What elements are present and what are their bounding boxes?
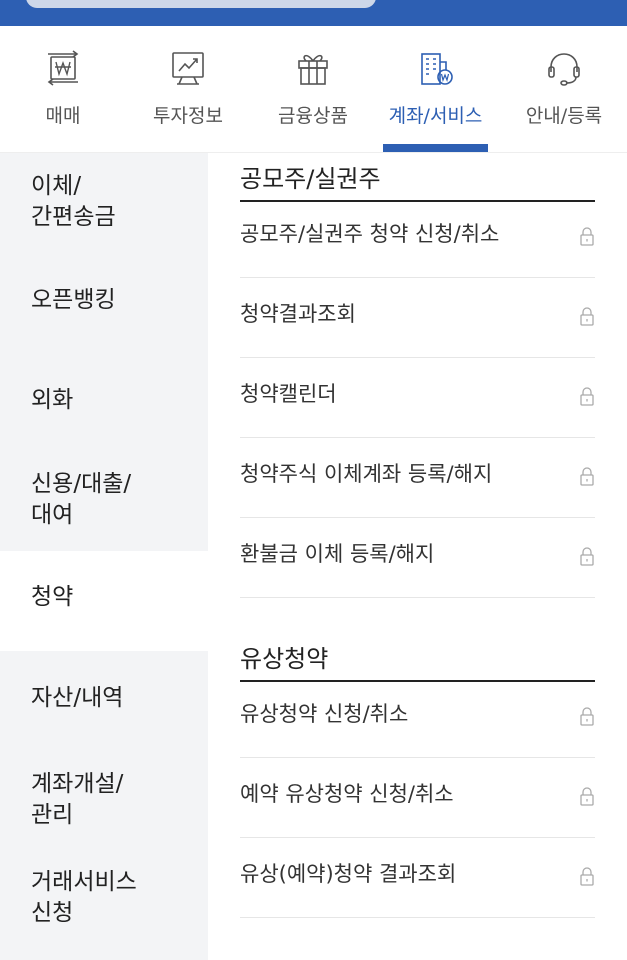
sidebar-item-account-open-manage[interactable]: 계좌개설/ 관리 [0,769,208,849]
won-exchange-icon [47,50,79,86]
sidebar-item-label: 자산/내역 [31,685,124,711]
menu-item-label: 환불금 이체 등록/해지 [240,542,435,566]
sidebar-item-label: 외화 [31,387,74,413]
lock-icon [580,467,594,486]
section-title: 공모주/실권주 [240,159,595,202]
menu-item-label: 청약결과조회 [240,302,356,326]
lock-icon [580,387,594,406]
nav-tab-label: 계좌/서비스 [388,105,483,127]
nav-tab-label: 금융상품 [278,105,348,127]
menu-item-stock-transfer-account[interactable]: 청약주식 이체계좌 등록/해지 [240,438,595,518]
menu-item-label: 유상청약 신청/취소 [240,702,409,726]
sidebar-item-transfer[interactable]: 이체/ 간편송금 [0,171,208,251]
lock-icon [580,707,594,726]
menu-item-label: 유상(예약)청약 결과조회 [240,862,457,886]
menu-item-ipo-apply-cancel[interactable]: 공모주/실권주 청약 신청/취소 [240,198,595,278]
gift-box-icon [298,54,328,85]
nav-tab-label: 투자정보 [153,105,223,127]
search-bar[interactable] [26,0,376,8]
active-tab-indicator [383,144,488,152]
menu-item-rights-offering-apply[interactable]: 유상청약 신청/취소 [240,678,595,758]
lock-icon [580,787,594,806]
sidebar-item-open-banking[interactable]: 오픈뱅킹 [0,285,208,345]
sidebar-item-credit-loan[interactable]: 신용/대출/ 대여 [0,469,208,549]
nav-tab-financial-products[interactable]: 금융상품 [265,26,361,153]
menu-item-refund-transfer[interactable]: 환불금 이체 등록/해지 [240,518,595,598]
category-nav: 매매 투자정보 금융상품 계좌/서비스 안내/등록 [0,26,627,153]
menu-item-label: 청약주식 이체계좌 등록/해지 [240,462,493,486]
menu-item-reserved-rights-offering[interactable]: 예약 유상청약 신청/취소 [240,758,595,838]
submenu-content: 공모주/실권주 공모주/실권주 청약 신청/취소 청약결과조회 청약캘린더 청약… [208,153,627,960]
top-header-bar [0,0,627,26]
lock-icon [580,227,594,246]
sidebar-item-subscription[interactable]: 청약 [0,551,208,651]
headset-icon [548,53,580,86]
nav-tab-invest-info[interactable]: 투자정보 [140,26,236,153]
menu-item-label: 공모주/실권주 청약 신청/취소 [240,222,500,246]
sidebar-item-label: 간편송금 [31,204,116,230]
sidebar-item-label: 신용/대출/ [31,471,132,497]
sidebar-item-label: 오픈뱅킹 [31,287,116,313]
sidebar-item-label: 신청 [31,900,74,926]
section-title: 유상청약 [240,639,595,682]
menu-item-label: 예약 유상청약 신청/취소 [240,782,454,806]
lock-icon [580,867,594,886]
menu-item-subscription-result[interactable]: 청약결과조회 [240,278,595,358]
nav-tab-label: 매매 [45,105,81,127]
sidebar-item-trade-service-apply[interactable]: 거래서비스 신청 [0,867,208,947]
building-won-icon [420,53,453,85]
chart-monitor-icon [172,52,204,85]
sidebar-menu: 이체/ 간편송금 오픈뱅킹 외화 신용/대출/ 대여 청약 자산/내역 계좌개설… [0,153,208,960]
sidebar-item-assets-history[interactable]: 자산/내역 [0,683,208,743]
sidebar-item-label: 청약 [31,584,74,610]
menu-item-label: 청약캘린더 [240,382,337,406]
sidebar-item-label: 이체/ [31,173,82,199]
sidebar-item-label: 관리 [31,802,74,828]
lock-icon [580,307,594,326]
nav-tab-label: 안내/등록 [525,105,603,127]
nav-tab-trade[interactable]: 매매 [22,26,104,153]
sidebar-item-label: 거래서비스 [31,869,137,895]
nav-tab-guide-register[interactable]: 안내/등록 [518,26,610,153]
sidebar-item-label: 대여 [31,502,74,528]
lock-icon [580,547,594,566]
nav-tab-account-service[interactable]: 계좌/서비스 [383,26,488,153]
sidebar-item-label: 계좌개설/ [31,771,124,797]
menu-item-subscription-calendar[interactable]: 청약캘린더 [240,358,595,438]
menu-item-rights-offering-result[interactable]: 유상(예약)청약 결과조회 [240,838,595,918]
sidebar-item-foreign-currency[interactable]: 외화 [0,385,208,445]
